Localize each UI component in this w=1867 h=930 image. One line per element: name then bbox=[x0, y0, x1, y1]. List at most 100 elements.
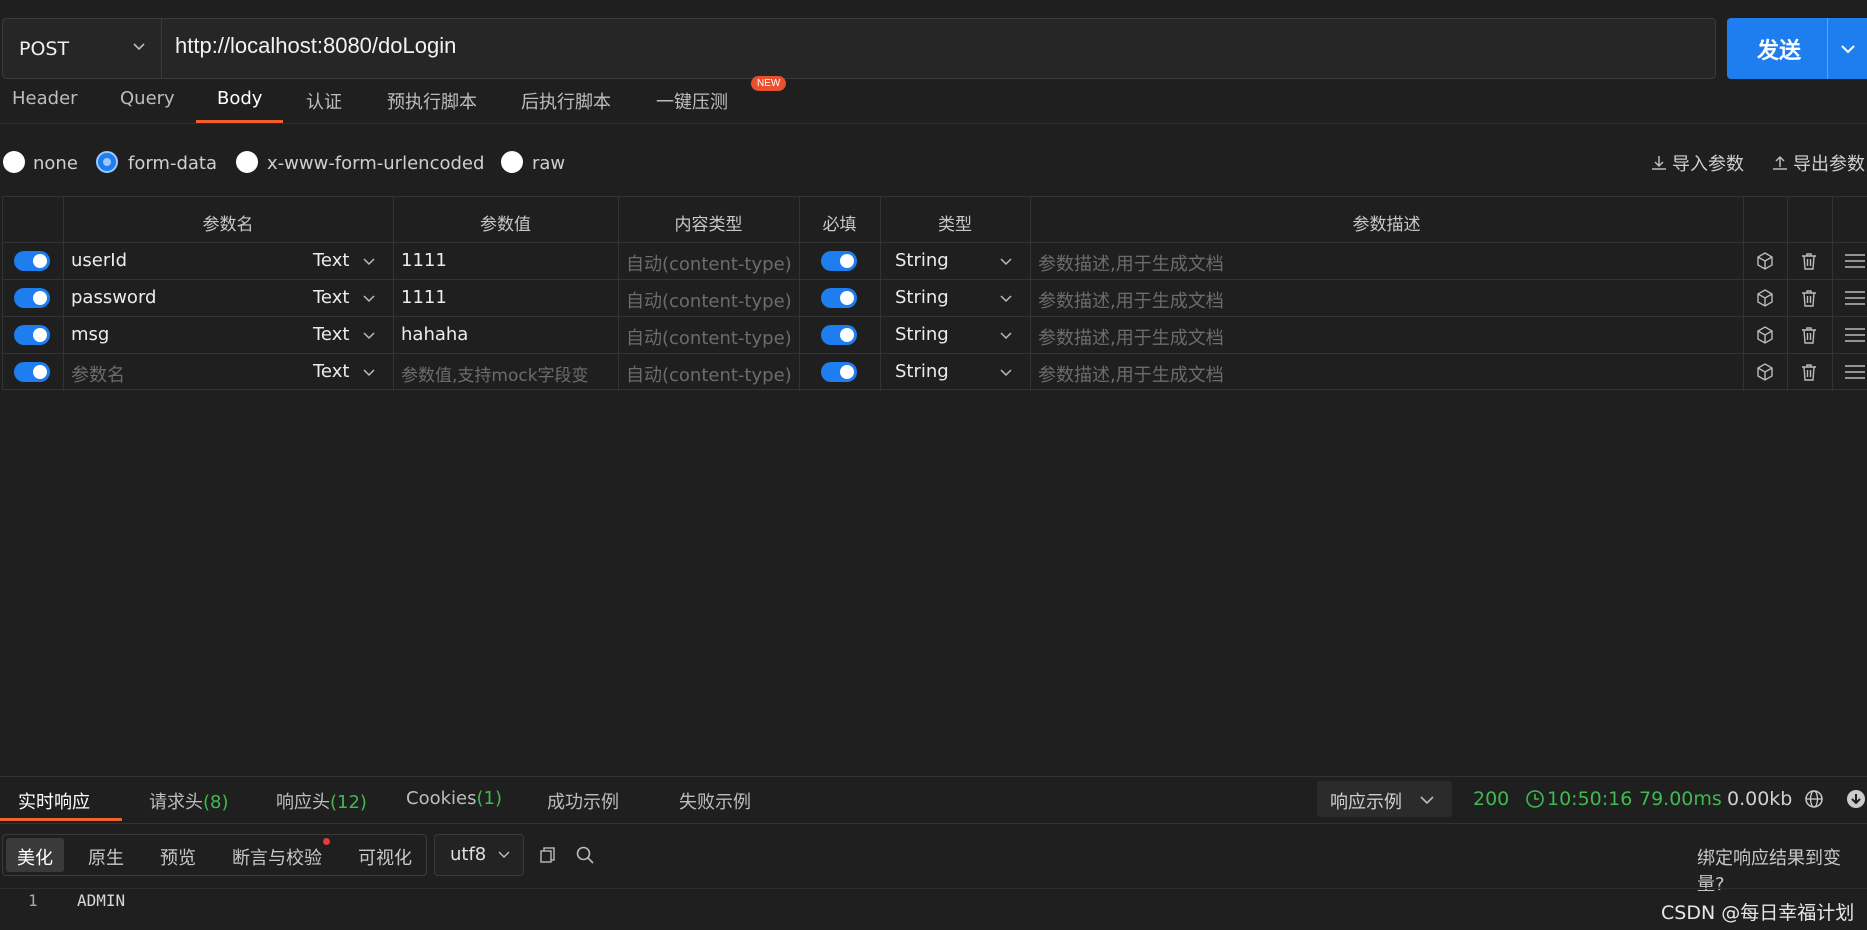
param-name-input[interactable]: 参数名 bbox=[71, 361, 125, 387]
cube-icon[interactable] bbox=[1755, 325, 1775, 345]
tab-stress-test[interactable]: 一键压测 bbox=[656, 88, 728, 114]
cube-icon[interactable] bbox=[1755, 362, 1775, 382]
value-type-select[interactable]: Text bbox=[313, 324, 349, 345]
send-dropdown-icon[interactable] bbox=[1839, 40, 1857, 58]
drag-handle-icon[interactable] bbox=[1843, 251, 1867, 271]
send-button[interactable]: 发送 bbox=[1727, 18, 1867, 79]
drag-handle-icon[interactable] bbox=[1843, 362, 1867, 382]
watermark: CSDN @每日幸福计划 bbox=[1661, 902, 1855, 924]
tab-body[interactable]: Body bbox=[217, 88, 262, 109]
tab-success-example[interactable]: 成功示例 bbox=[547, 788, 619, 814]
send-divider bbox=[1827, 18, 1828, 79]
required-toggle[interactable] bbox=[821, 288, 857, 308]
export-params-button[interactable]: 导出参数 bbox=[1771, 150, 1865, 176]
description-input[interactable]: 参数描述,用于生成文档 bbox=[1038, 250, 1224, 276]
param-name-input[interactable]: userId bbox=[71, 250, 127, 271]
radio-none[interactable] bbox=[3, 151, 25, 173]
row-enabled-toggle[interactable] bbox=[14, 288, 50, 308]
description-input[interactable]: 参数描述,用于生成文档 bbox=[1038, 287, 1224, 313]
required-toggle[interactable] bbox=[821, 362, 857, 382]
response-body-line: ADMIN bbox=[77, 891, 126, 910]
type-select[interactable]: String bbox=[895, 361, 949, 382]
param-value-input[interactable]: hahaha bbox=[401, 324, 468, 345]
response-divider bbox=[0, 776, 1867, 777]
value-type-select[interactable]: Text bbox=[313, 287, 349, 308]
format-visualize[interactable]: 可视化 bbox=[358, 844, 412, 870]
tab-post-script[interactable]: 后执行脚本 bbox=[521, 88, 611, 114]
description-input[interactable]: 参数描述,用于生成文档 bbox=[1038, 361, 1224, 387]
radio-form-data-label[interactable]: form-data bbox=[128, 153, 217, 174]
search-icon[interactable] bbox=[575, 845, 595, 865]
tab-label: 响应头 bbox=[276, 792, 330, 813]
radio-urlencoded[interactable] bbox=[236, 151, 258, 173]
header-required: 必填 bbox=[822, 215, 857, 235]
value-type-select[interactable]: Text bbox=[313, 361, 349, 382]
content-type-input[interactable]: 自动(content-type) bbox=[626, 287, 792, 313]
tab-failure-example[interactable]: 失败示例 bbox=[679, 788, 751, 814]
notification-dot bbox=[323, 838, 330, 845]
value-type-select[interactable]: Text bbox=[313, 250, 349, 271]
radio-form-data[interactable] bbox=[96, 151, 118, 173]
tab-count: (1) bbox=[476, 788, 502, 809]
method-select[interactable]: POST bbox=[3, 19, 162, 78]
param-value-input[interactable]: 参数值,支持mock字段变 bbox=[401, 361, 589, 386]
tab-pre-script[interactable]: 预执行脚本 bbox=[387, 88, 477, 114]
trash-icon[interactable] bbox=[1799, 362, 1819, 382]
param-value-input[interactable]: 1111 bbox=[401, 250, 447, 271]
row-enabled-toggle[interactable] bbox=[14, 362, 50, 382]
globe-icon[interactable] bbox=[1804, 789, 1824, 809]
type-select[interactable]: String bbox=[895, 287, 949, 308]
copy-icon[interactable] bbox=[539, 846, 557, 864]
required-toggle[interactable] bbox=[821, 325, 857, 345]
encoding-select[interactable]: utf8 bbox=[434, 834, 524, 876]
radio-urlencoded-label[interactable]: x-www-form-urlencoded bbox=[267, 153, 484, 174]
row-enabled-toggle[interactable] bbox=[14, 251, 50, 271]
response-duration: 79.00ms bbox=[1639, 788, 1722, 810]
param-name-input[interactable]: msg bbox=[71, 324, 109, 345]
response-size: 0.00kb bbox=[1727, 788, 1793, 810]
download-icon[interactable] bbox=[1846, 789, 1866, 809]
required-toggle[interactable] bbox=[821, 251, 857, 271]
tab-request-headers[interactable]: 请求头(8) bbox=[149, 788, 229, 814]
chevron-down-icon bbox=[363, 332, 375, 340]
radio-none-label[interactable]: none bbox=[33, 153, 78, 174]
chevron-down-icon bbox=[1000, 258, 1012, 266]
format-preview[interactable]: 预览 bbox=[160, 844, 196, 870]
trash-icon[interactable] bbox=[1799, 325, 1819, 345]
chevron-down-icon bbox=[498, 851, 510, 859]
type-select[interactable]: String bbox=[895, 250, 949, 271]
radio-raw-label[interactable]: raw bbox=[532, 153, 565, 174]
drag-handle-icon[interactable] bbox=[1843, 325, 1867, 345]
param-name-input[interactable]: password bbox=[71, 287, 156, 308]
format-pretty[interactable]: 美化 bbox=[17, 844, 53, 870]
tab-auth[interactable]: 认证 bbox=[306, 88, 342, 114]
format-assertions[interactable]: 断言与校验 bbox=[232, 844, 322, 870]
import-params-button[interactable]: 导入参数 bbox=[1650, 150, 1744, 176]
tab-live-response[interactable]: 实时响应 bbox=[18, 788, 90, 814]
tab-cookies[interactable]: Cookies(1) bbox=[406, 788, 502, 809]
row-enabled-toggle[interactable] bbox=[14, 325, 50, 345]
cube-icon[interactable] bbox=[1755, 288, 1775, 308]
tab-response-headers[interactable]: 响应头(12) bbox=[276, 788, 367, 814]
tab-header[interactable]: Header bbox=[12, 88, 78, 109]
trash-icon[interactable] bbox=[1799, 288, 1819, 308]
radio-raw[interactable] bbox=[501, 151, 523, 173]
response-example-select[interactable]: 响应示例 bbox=[1317, 781, 1452, 817]
tab-query[interactable]: Query bbox=[120, 88, 175, 109]
format-raw[interactable]: 原生 bbox=[88, 844, 124, 870]
description-input[interactable]: 参数描述,用于生成文档 bbox=[1038, 324, 1224, 350]
content-type-input[interactable]: 自动(content-type) bbox=[626, 250, 792, 276]
cube-icon[interactable] bbox=[1755, 251, 1775, 271]
header-param-value: 参数值 bbox=[480, 215, 531, 235]
code-divider bbox=[0, 888, 1867, 889]
col-divider bbox=[1787, 197, 1788, 391]
content-type-input[interactable]: 自动(content-type) bbox=[626, 361, 792, 387]
drag-handle-icon[interactable] bbox=[1843, 288, 1867, 308]
content-type-input[interactable]: 自动(content-type) bbox=[626, 324, 792, 350]
trash-icon[interactable] bbox=[1799, 251, 1819, 271]
type-select[interactable]: String bbox=[895, 324, 949, 345]
chevron-down-icon bbox=[363, 258, 375, 266]
param-value-input[interactable]: 1111 bbox=[401, 287, 447, 308]
url-input[interactable]: http://localhost:8080/doLogin bbox=[175, 33, 456, 59]
response-example-label: 响应示例 bbox=[1330, 792, 1402, 813]
